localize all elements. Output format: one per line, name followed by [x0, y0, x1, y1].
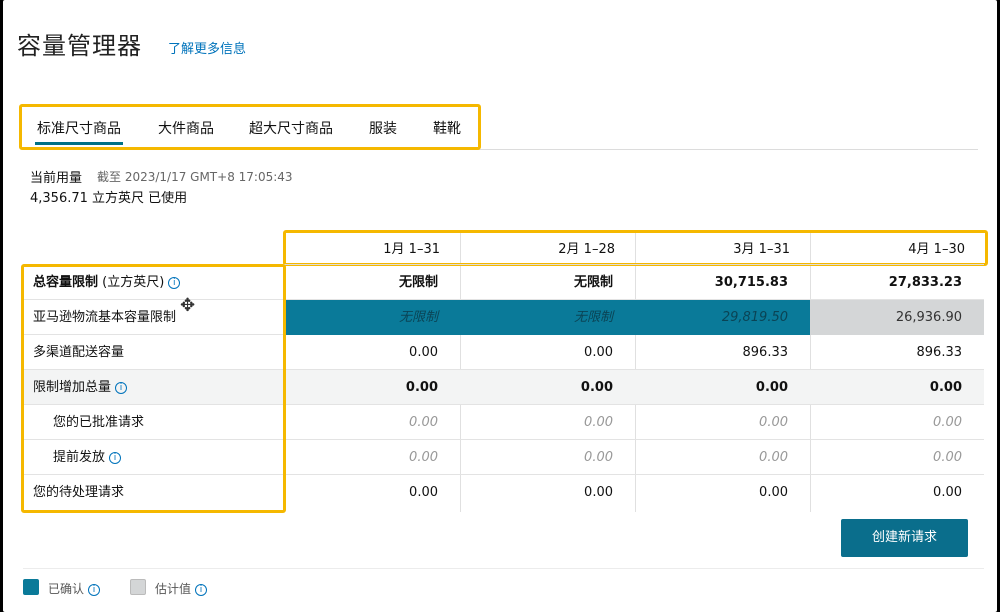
table-cell: 0.00 [409, 415, 438, 430]
row-label-limit-increase: 限制增加总量 i [33, 370, 128, 405]
table-cell: 896.33 [916, 345, 963, 360]
table-cell: 0.00 [933, 450, 962, 465]
row-label-early-release: 提前发放 i [53, 440, 122, 475]
tab-bar: 标准尺寸商品 大件商品 超大尺寸商品 服装 鞋靴 [23, 106, 978, 150]
row-label-fba-base-limit: 亚马逊物流基本容量限制 [33, 310, 177, 325]
table-cell: 30,715.83 [714, 275, 788, 290]
tab-large[interactable]: 大件商品 [158, 118, 214, 138]
usage-value: 4,356.71 立方英尺 已使用 [30, 191, 188, 206]
table-cell: 0.00 [584, 415, 613, 430]
info-icon[interactable]: i [168, 277, 181, 289]
table-cell: 0.00 [584, 485, 613, 500]
capacity-table: 总容量限制 (立方英尺) i 无限制 无限制 30,715.83 27,833.2… [23, 264, 984, 512]
table-cell: 0.00 [929, 380, 962, 395]
table-cell: 0.00 [759, 415, 788, 430]
info-icon[interactable]: i [115, 382, 128, 394]
create-request-button[interactable]: 创建新请求 [841, 519, 968, 557]
info-icon[interactable]: i [109, 452, 122, 464]
learn-more-link[interactable]: 了解更多信息 [168, 38, 246, 57]
column-header-feb: 2月 1–28 [558, 242, 615, 257]
row-label-multichannel: 多渠道配送容量 [33, 345, 125, 360]
table-cell-confirmed: 无限制 [285, 300, 460, 335]
column-header-jan: 1月 1–31 [383, 242, 440, 257]
table-row: 提前发放 i 0.00 0.00 0.00 0.00 [23, 440, 984, 475]
usage-timestamp: 截至 2023/1/17 GMT+8 17:05:43 [97, 170, 293, 184]
table-cell: 0.00 [755, 380, 788, 395]
page-title: 容量管理器 [17, 32, 142, 60]
table-cell-estimated: 26,936.90 [810, 300, 984, 335]
table-row: 亚马逊物流基本容量限制 无限制 无限制 29,819.50 26,936.90 [23, 300, 984, 335]
table-cell: 0.00 [584, 450, 613, 465]
table-cell-confirmed: 29,819.50 [635, 300, 810, 335]
table-row: 多渠道配送容量 0.00 0.00 896.33 896.33 [23, 335, 984, 370]
move-cursor-icon: ✥ [180, 295, 196, 316]
legend-label-confirmed: 已确认 i [48, 580, 101, 597]
table-row: 限制增加总量 i 0.00 0.00 0.00 0.00 [23, 370, 984, 405]
tab-footwear[interactable]: 鞋靴 [433, 118, 461, 138]
column-header-mar: 3月 1–31 [733, 242, 790, 257]
table-cell: 0.00 [580, 380, 613, 395]
table-cell-confirmed: 无限制 [460, 300, 635, 335]
table-row: 您的已批准请求 0.00 0.00 0.00 0.00 [23, 405, 984, 440]
table-cell: 无限制 [398, 275, 438, 290]
info-icon[interactable]: i [88, 584, 101, 596]
tab-standard-size[interactable]: 标准尺寸商品 [35, 118, 123, 145]
info-icon[interactable]: i [195, 584, 208, 596]
row-label-total-limit: 总容量限制 (立方英尺) i [33, 265, 181, 300]
table-cell: 0.00 [933, 485, 962, 500]
tab-oversize[interactable]: 超大尺寸商品 [249, 118, 333, 138]
divider [23, 568, 984, 569]
table-cell: 0.00 [409, 450, 438, 465]
legend-label-estimated: 估计值 i [155, 580, 208, 597]
table-cell: 0.00 [405, 380, 438, 395]
usage-label: 当前用量 [30, 171, 83, 186]
row-label-pending-requests: 您的待处理请求 [33, 485, 125, 500]
table-cell: 896.33 [742, 345, 789, 360]
table-cell: 0.00 [933, 415, 962, 430]
table-cell: 27,833.23 [888, 275, 962, 290]
legend-swatch-estimated [130, 579, 146, 595]
table-cell: 无限制 [573, 275, 613, 290]
table-cell: 0.00 [759, 485, 788, 500]
table-cell: 0.00 [584, 345, 613, 360]
tab-apparel[interactable]: 服装 [369, 118, 397, 138]
table-row: 总容量限制 (立方英尺) i 无限制 无限制 30,715.83 27,833.2… [23, 265, 984, 300]
table-cell: 0.00 [759, 450, 788, 465]
table-cell: 0.00 [409, 345, 438, 360]
screen: 容量管理器 了解更多信息 标准尺寸商品 大件商品 超大尺寸商品 服装 鞋靴 当前… [3, 0, 997, 612]
column-header-apr: 4月 1–30 [908, 242, 965, 257]
table-cell: 0.00 [409, 485, 438, 500]
table-row: 您的待处理请求 0.00 0.00 0.00 0.00 [23, 475, 984, 510]
row-label-approved-requests: 您的已批准请求 [53, 415, 145, 430]
legend-swatch-confirmed [23, 579, 39, 595]
